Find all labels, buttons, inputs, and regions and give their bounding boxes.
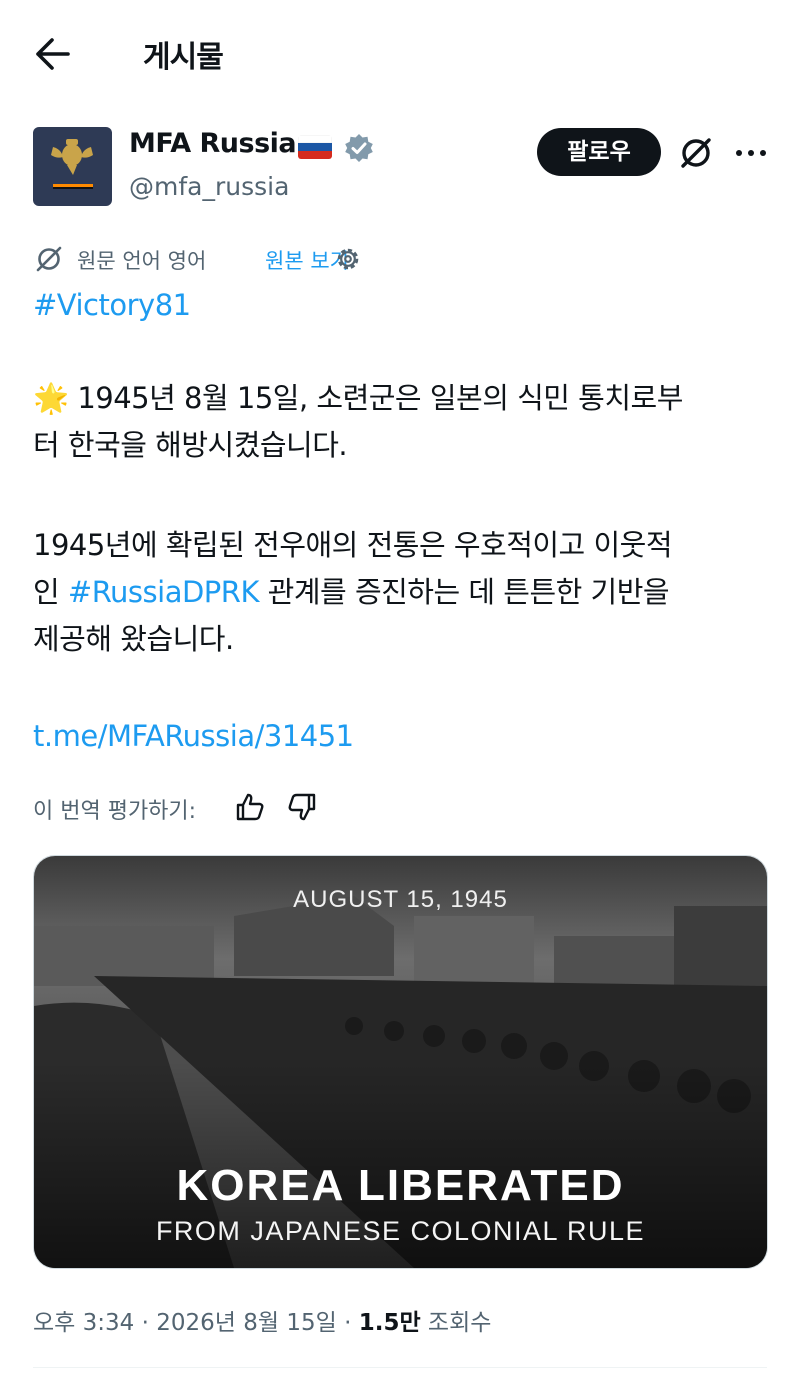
arrow-left-icon xyxy=(36,38,70,70)
more-icon xyxy=(736,150,766,156)
follow-button[interactable]: 팔로우 xyxy=(537,128,661,176)
post-line: 제공해 왔습니다. xyxy=(33,622,234,656)
post-time[interactable]: 오후 3:34 xyxy=(33,1310,134,1336)
page-title: 게시물 xyxy=(143,40,224,75)
hashtag-link[interactable]: #Victory81 xyxy=(33,282,191,329)
more-options-button[interactable] xyxy=(733,135,769,171)
grok-button[interactable] xyxy=(676,133,716,173)
translation-info: 원문 언어 영어 원본 보기 xyxy=(33,243,733,275)
thumbs-down-icon[interactable] xyxy=(285,790,319,824)
post-line-suffix: 관계를 증진하는 데 튼튼한 기반을 xyxy=(258,575,670,609)
post-date[interactable]: 2026년 8월 15일 xyxy=(156,1310,337,1336)
divider xyxy=(33,1367,767,1368)
top-bar: 게시물 xyxy=(0,0,800,105)
post-paragraph-2: 1945년에 확립된 전우애의 전통은 우호적이고 이웃적 인 #RussiaD… xyxy=(33,522,673,663)
post-line-prefix: 인 xyxy=(33,575,68,609)
sun-emoji: 🌟 xyxy=(33,381,69,415)
telegram-link[interactable]: t.me/MFARussia/31451 xyxy=(33,713,354,760)
translation-source-label: 원문 언어 영어 xyxy=(77,249,207,273)
russia-flag-icon xyxy=(298,135,332,159)
thumbs-up-icon[interactable] xyxy=(233,790,267,824)
image-title-text: KOREA LIBERATED xyxy=(176,1161,625,1210)
image-subtitle-text: FROM JAPANESE COLONIAL RULE xyxy=(155,1216,646,1246)
views-count: 1.5만 xyxy=(358,1310,421,1336)
post-line: 1945년에 확립된 전우애의 전통은 우호적이고 이웃적 xyxy=(33,528,673,562)
hashtag-link[interactable]: #RussiaDPRK xyxy=(68,575,260,609)
post-line: 1945년 8월 15일, 소련군은 일본의 식민 통치로부 xyxy=(77,381,683,415)
author-handle[interactable]: @mfa_russia xyxy=(129,172,289,201)
verified-badge-icon[interactable] xyxy=(343,132,375,164)
image-date-text: AUGUST 15, 1945 xyxy=(293,886,508,913)
post-line: 터 한국을 해방시켰습니다. xyxy=(33,428,348,462)
views-label: 조회수 xyxy=(427,1310,492,1336)
post-image[interactable]: AUGUST 15, 1945 KOREA LIBERATED FROM JAP… xyxy=(33,855,768,1269)
author-name[interactable]: MFA Russia xyxy=(129,128,297,159)
post-paragraph-1: 🌟 1945년 8월 15일, 소련군은 일본의 식민 통치로부 터 한국을 해… xyxy=(33,375,683,469)
grok-translate-icon xyxy=(33,243,65,275)
grok-icon xyxy=(681,138,711,168)
avatar[interactable] xyxy=(33,127,112,206)
gear-icon[interactable] xyxy=(332,243,364,275)
rate-translation-label: 이 번역 평가하기: xyxy=(33,799,197,824)
post-meta: 오후 3:34 · 2026년 8월 15일 · 1.5만 조회수 xyxy=(33,1310,492,1336)
back-button[interactable] xyxy=(30,34,74,74)
